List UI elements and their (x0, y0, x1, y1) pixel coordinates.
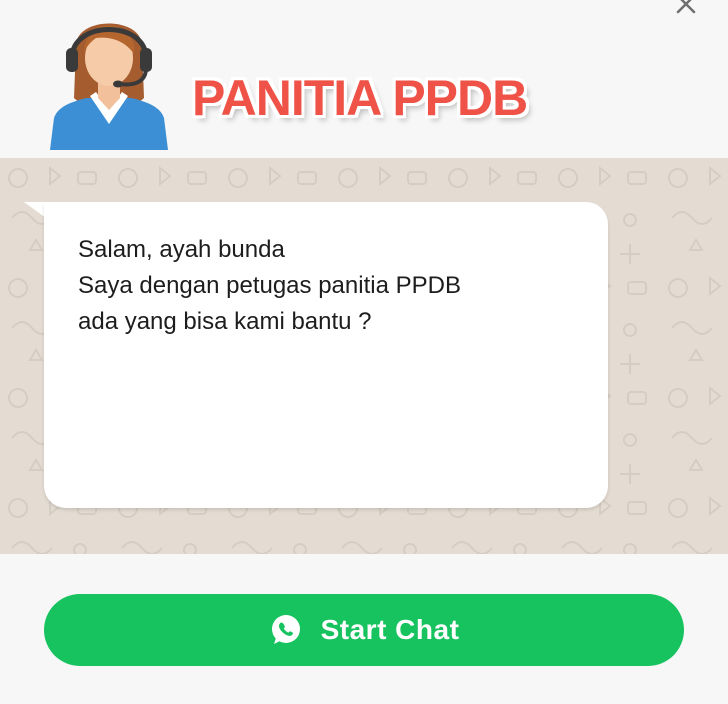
page-title: PANITIA PPDB (192, 70, 528, 126)
customer-service-agent-icon (50, 23, 168, 150)
bubble-tail (24, 202, 46, 218)
start-chat-button[interactable]: Start Chat (44, 594, 684, 666)
close-icon[interactable] (674, 0, 698, 16)
message-text: Salam, ayah bunda Saya dengan petugas pa… (78, 232, 461, 340)
message-line: Salam, ayah bunda (78, 236, 285, 263)
widget-footer: Start Chat (0, 554, 728, 704)
start-chat-label: Start Chat (320, 614, 460, 645)
message-bubble: Salam, ayah bunda Saya dengan petugas pa… (44, 202, 608, 508)
chat-area: Salam, ayah bunda Saya dengan petugas pa… (0, 158, 728, 554)
widget-header: PANITIA PPDB (0, 0, 728, 158)
whatsapp-icon (271, 615, 300, 644)
message-line: ada yang bisa kami bantu ? (78, 308, 372, 335)
message-line: Saya dengan petugas panitia PPDB (78, 272, 461, 299)
chat-widget: PANITIA PPDB Salam, ayah bunda Saya deng… (0, 0, 728, 704)
